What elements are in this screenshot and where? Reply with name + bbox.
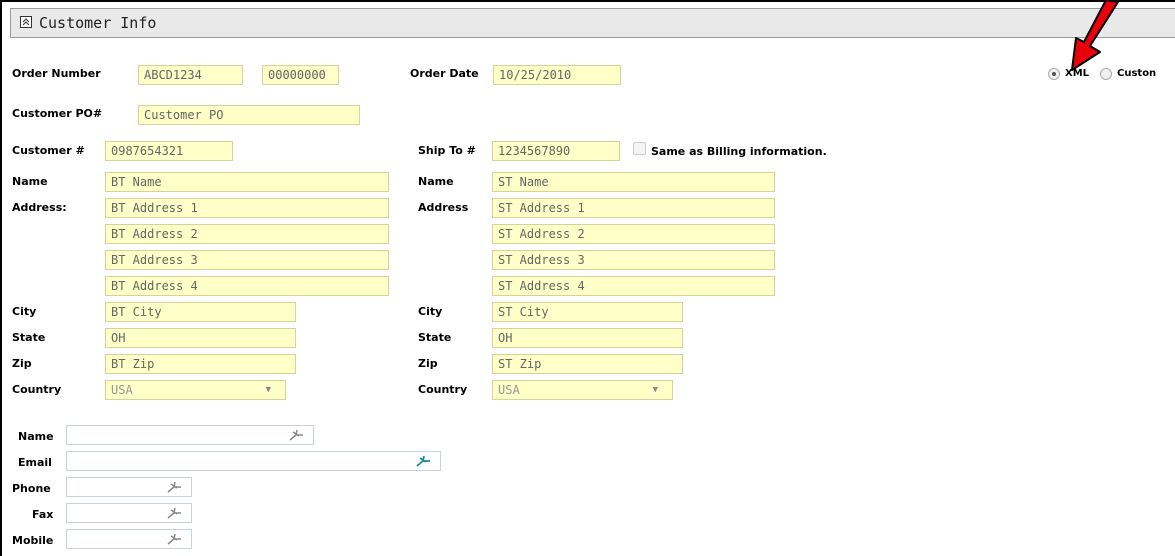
same-as-billing-checkbox[interactable] [633, 142, 646, 155]
bt-state-field[interactable]: OH [105, 328, 296, 348]
st-address-2-field[interactable]: ST Address 2 [492, 224, 775, 244]
customer-number-field[interactable]: 0987654321 [105, 141, 233, 161]
bt-zip-label: Zip [12, 357, 32, 370]
panel-header[interactable]: Customer Info [10, 8, 1175, 38]
bt-address-1-field[interactable]: BT Address 1 [105, 198, 389, 218]
order-number-field[interactable]: ABCD1234 [138, 65, 243, 85]
ship-to-label: Ship To # [418, 144, 476, 157]
st-country-label: Country [418, 383, 468, 396]
bt-city-field[interactable]: BT City [105, 302, 296, 322]
same-as-billing-label: Same as Billing information. [651, 145, 827, 158]
contact-phone-label: Phone [12, 482, 51, 495]
st-address-3-field[interactable]: ST Address 3 [492, 250, 775, 270]
st-zip-field[interactable]: ST Zip [492, 354, 683, 374]
annotation-arrow [1071, 0, 1119, 71]
contact-fax-field[interactable] [66, 503, 192, 523]
bt-name-label: Name [12, 175, 48, 188]
pin-icon[interactable] [287, 427, 305, 443]
chevron-down-icon: ▼ [265, 385, 271, 395]
st-country-select[interactable]: USA ▼ [492, 380, 673, 400]
panel-title: Customer Info [39, 14, 157, 32]
st-state-field[interactable]: OH [492, 328, 683, 348]
double-chevron-up-icon[interactable] [20, 16, 32, 28]
order-number-field-2[interactable]: 00000000 [262, 65, 339, 85]
bt-address-label: Address: [12, 201, 67, 214]
pin-icon[interactable] [165, 505, 183, 521]
bt-country-select[interactable]: USA ▼ [105, 380, 286, 400]
bt-zip-field[interactable]: BT Zip [105, 354, 296, 374]
pin-icon[interactable] [414, 453, 432, 469]
bt-name-field[interactable]: BT Name [105, 172, 389, 192]
xml-radio[interactable] [1048, 68, 1060, 80]
st-zip-label: Zip [418, 357, 438, 370]
bt-address-3-field[interactable]: BT Address 3 [105, 250, 389, 270]
contact-email-field[interactable] [66, 451, 441, 471]
bt-address-4-field[interactable]: BT Address 4 [105, 276, 389, 296]
contact-name-label: Name [18, 430, 54, 443]
contact-name-field[interactable] [66, 425, 314, 445]
st-city-field[interactable]: ST City [492, 302, 683, 322]
chevron-down-icon: ▼ [652, 385, 658, 395]
st-address-4-field[interactable]: ST Address 4 [492, 276, 775, 296]
st-state-label: State [418, 331, 452, 344]
st-address-label: Address [418, 201, 469, 214]
contact-fax-label: Fax [32, 508, 54, 521]
contact-phone-field[interactable] [66, 477, 192, 497]
contact-email-label: Email [18, 456, 52, 469]
bt-country-label: Country [12, 383, 62, 396]
pin-icon[interactable] [165, 479, 183, 495]
order-date-field[interactable]: 10/25/2010 [493, 65, 621, 85]
st-address-1-field[interactable]: ST Address 1 [492, 198, 775, 218]
order-number-label: Order Number [12, 67, 101, 80]
contact-mobile-label: Mobile [12, 534, 54, 547]
pin-icon[interactable] [165, 531, 183, 547]
custom-radio-label: Custon [1117, 68, 1157, 79]
customer-number-label: Customer # [12, 144, 85, 157]
st-name-label: Name [418, 175, 454, 188]
customer-po-field[interactable]: Customer PO [138, 105, 360, 125]
st-country-value: USA [498, 383, 520, 397]
st-city-label: City [418, 305, 443, 318]
bt-state-label: State [12, 331, 46, 344]
bt-address-2-field[interactable]: BT Address 2 [105, 224, 389, 244]
st-name-field[interactable]: ST Name [492, 172, 775, 192]
contact-mobile-field[interactable] [66, 529, 192, 549]
order-date-label: Order Date [410, 67, 479, 80]
customer-po-label: Customer PO# [12, 107, 103, 120]
bt-country-value: USA [111, 383, 133, 397]
bt-city-label: City [12, 305, 37, 318]
ship-to-field[interactable]: 1234567890 [492, 141, 620, 161]
